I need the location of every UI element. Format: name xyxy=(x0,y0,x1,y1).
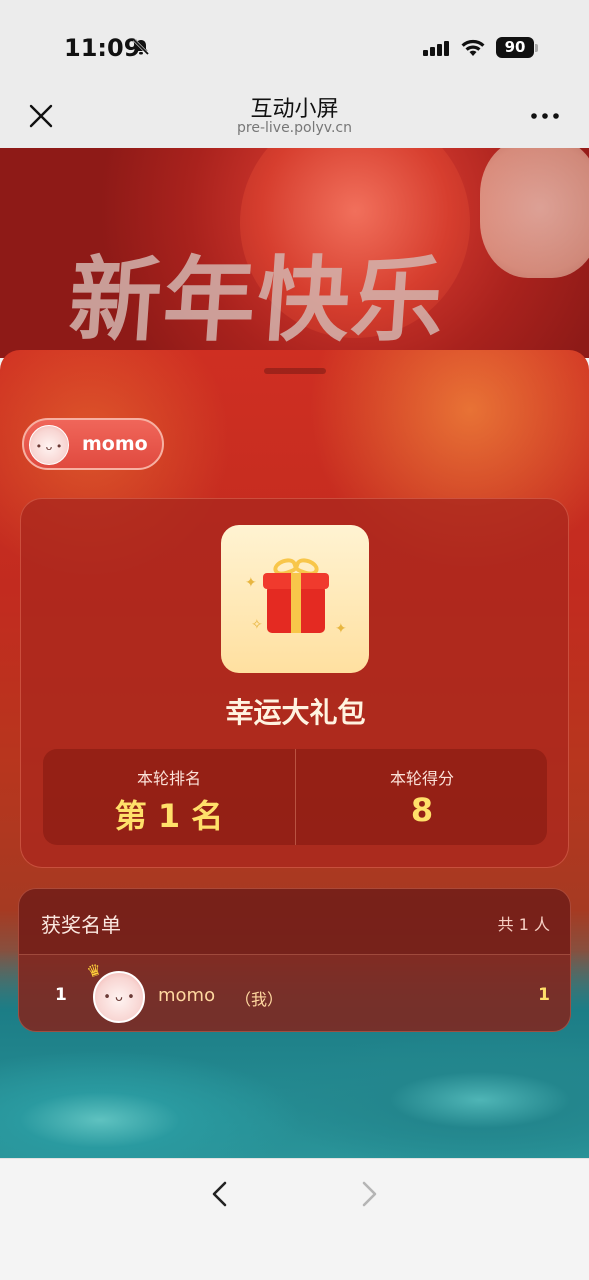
winner-score: 1 xyxy=(538,985,550,1005)
lantern-decoration-right xyxy=(480,148,589,278)
score-stat: 本轮得分 8 xyxy=(295,749,547,845)
winner-me-tag: （我） xyxy=(235,990,284,1009)
sparkle-icon: ✧ xyxy=(251,617,263,633)
status-bar: 11:09 90 xyxy=(0,0,589,86)
more-button[interactable] xyxy=(530,106,566,126)
bell-muted-icon xyxy=(131,37,151,61)
lottery-result-panel: • ᴗ • momo ✦ ✦ ✧ 幸运大礼包 本轮排名 第 1 名 本轮得分 8 xyxy=(0,350,589,1160)
battery-indicator: 90 xyxy=(496,37,534,58)
page-url: pre-live.polyv.cn xyxy=(237,120,352,136)
winner-name: momo xyxy=(158,985,216,1006)
sparkle-icon: ✦ xyxy=(245,575,257,591)
rank-label: 本轮排名 xyxy=(136,769,201,788)
winners-title: 获奖名单 xyxy=(41,913,121,937)
new-year-banner: 新年快乐 xyxy=(0,148,589,358)
round-stats: 本轮排名 第 1 名 本轮得分 8 xyxy=(43,749,547,845)
nav-header: 互动小屏 pre-live.polyv.cn xyxy=(0,86,589,148)
winners-header: 获奖名单 共 1 人 xyxy=(19,889,570,955)
table-row: 1 • ᴗ • ♛ momo （我） 1 xyxy=(19,955,570,1031)
banner-title: 新年快乐 xyxy=(65,246,450,354)
prize-card: ✦ ✦ ✧ 幸运大礼包 本轮排名 第 1 名 本轮得分 8 xyxy=(20,498,569,868)
avatar: • ᴗ • xyxy=(29,425,69,465)
back-button[interactable] xyxy=(205,1179,235,1209)
score-value: 8 xyxy=(410,791,434,829)
gift-ribbon xyxy=(291,573,301,633)
winner-rank: 1 xyxy=(55,985,67,1005)
user-name: momo xyxy=(82,433,148,455)
page-title: 互动小屏 xyxy=(250,97,339,122)
winners-list: 获奖名单 共 1 人 1 • ᴗ • ♛ momo （我） 1 xyxy=(18,888,571,1032)
avatar-face-icon: • ᴗ • xyxy=(103,990,135,1006)
user-badge: • ᴗ • momo xyxy=(22,418,164,470)
rank-stat: 本轮排名 第 1 名 xyxy=(43,749,295,845)
winners-count: 共 1 人 xyxy=(497,915,550,934)
avatar: • ᴗ • xyxy=(93,971,145,1023)
chevron-left-icon xyxy=(212,1181,227,1207)
status-time: 11:09 xyxy=(64,34,141,62)
chevron-right-icon xyxy=(362,1181,377,1207)
cellular-signal-icon xyxy=(423,40,451,60)
avatar-face-icon: • ᴗ • xyxy=(35,440,63,454)
wifi-icon xyxy=(460,38,486,62)
rank-value: 第 1 名 xyxy=(114,797,224,835)
drag-handle[interactable] xyxy=(264,368,326,374)
more-icon xyxy=(531,113,559,119)
browser-toolbar xyxy=(0,1158,589,1280)
gift-icon: ✦ ✦ ✧ xyxy=(221,525,369,673)
forward-button[interactable] xyxy=(354,1179,384,1209)
score-label: 本轮得分 xyxy=(389,769,454,788)
sparkle-icon: ✦ xyxy=(335,621,347,637)
prize-name: 幸运大礼包 xyxy=(225,696,366,729)
battery-tip xyxy=(535,44,538,52)
